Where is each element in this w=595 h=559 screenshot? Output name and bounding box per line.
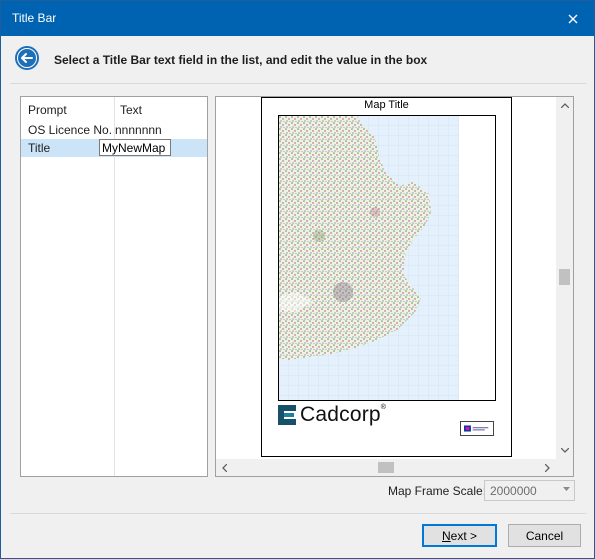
next-access-key: N: [441, 528, 451, 543]
map-preview: Map Title Cadcorp ®: [215, 96, 574, 477]
chevron-left-icon: [222, 463, 227, 472]
scale-value: 2000000: [490, 484, 537, 498]
column-header-text[interactable]: Text: [120, 103, 142, 117]
map-image: [279, 116, 495, 400]
next-label: ext >: [450, 528, 478, 543]
map-frame: [278, 115, 496, 401]
window-title: Title Bar: [12, 11, 57, 25]
map-frame-scale-select[interactable]: 2000000: [484, 480, 575, 501]
preview-page: Map Title Cadcorp ®: [261, 97, 512, 457]
map-title: Map Title: [364, 99, 409, 111]
vertical-scrollbar[interactable]: [556, 97, 573, 459]
small-logo-icon: [460, 421, 494, 436]
cadcorp-wordmark: Cadcorp: [300, 403, 381, 426]
close-icon: [568, 14, 578, 23]
chevron-down-icon: [560, 448, 569, 453]
instruction-text: Select a Title Bar text field in the lis…: [54, 53, 428, 67]
cadcorp-mark-icon: [278, 405, 296, 425]
map-frame-scale-label: Map Frame Scale:: [388, 484, 487, 498]
next-button[interactable]: Next >: [422, 524, 497, 547]
header-divider: [10, 83, 586, 84]
chevron-up-icon: [560, 103, 569, 108]
scroll-up-button[interactable]: [556, 97, 573, 114]
wizard-header: Select a Title Bar text field in the lis…: [1, 36, 594, 82]
scroll-right-button[interactable]: [539, 459, 556, 476]
scroll-left-button[interactable]: [216, 459, 233, 476]
cancel-button[interactable]: Cancel: [508, 524, 581, 547]
dialog-window: Title Bar Select a Title Bar text field …: [0, 0, 595, 559]
cancel-label: Cancel: [525, 528, 564, 543]
column-header-prompt[interactable]: Prompt: [28, 103, 67, 117]
chevron-right-icon: [545, 463, 550, 472]
scroll-down-button[interactable]: [556, 442, 573, 459]
back-arrow-icon[interactable]: [15, 46, 39, 70]
horizontal-scroll-thumb[interactable]: [378, 462, 394, 473]
list-item-prompt: OS Licence No.: [28, 123, 113, 137]
registered-mark: ®: [380, 403, 386, 411]
list-item[interactable]: OS Licence No. nnnnnnn: [21, 121, 207, 139]
footer-divider: [10, 513, 586, 514]
vertical-scroll-thumb[interactable]: [559, 269, 570, 285]
close-button[interactable]: [552, 1, 594, 36]
list-item-text: nnnnnnn: [115, 123, 162, 137]
cadcorp-logo: Cadcorp ®: [278, 402, 386, 428]
chevron-down-icon: [563, 487, 570, 491]
title-bar: Title Bar: [1, 1, 594, 36]
scroll-corner: [556, 459, 573, 476]
list-item-prompt: Title: [28, 141, 51, 155]
title-edit-field[interactable]: [99, 139, 171, 156]
horizontal-scrollbar[interactable]: [216, 459, 556, 476]
